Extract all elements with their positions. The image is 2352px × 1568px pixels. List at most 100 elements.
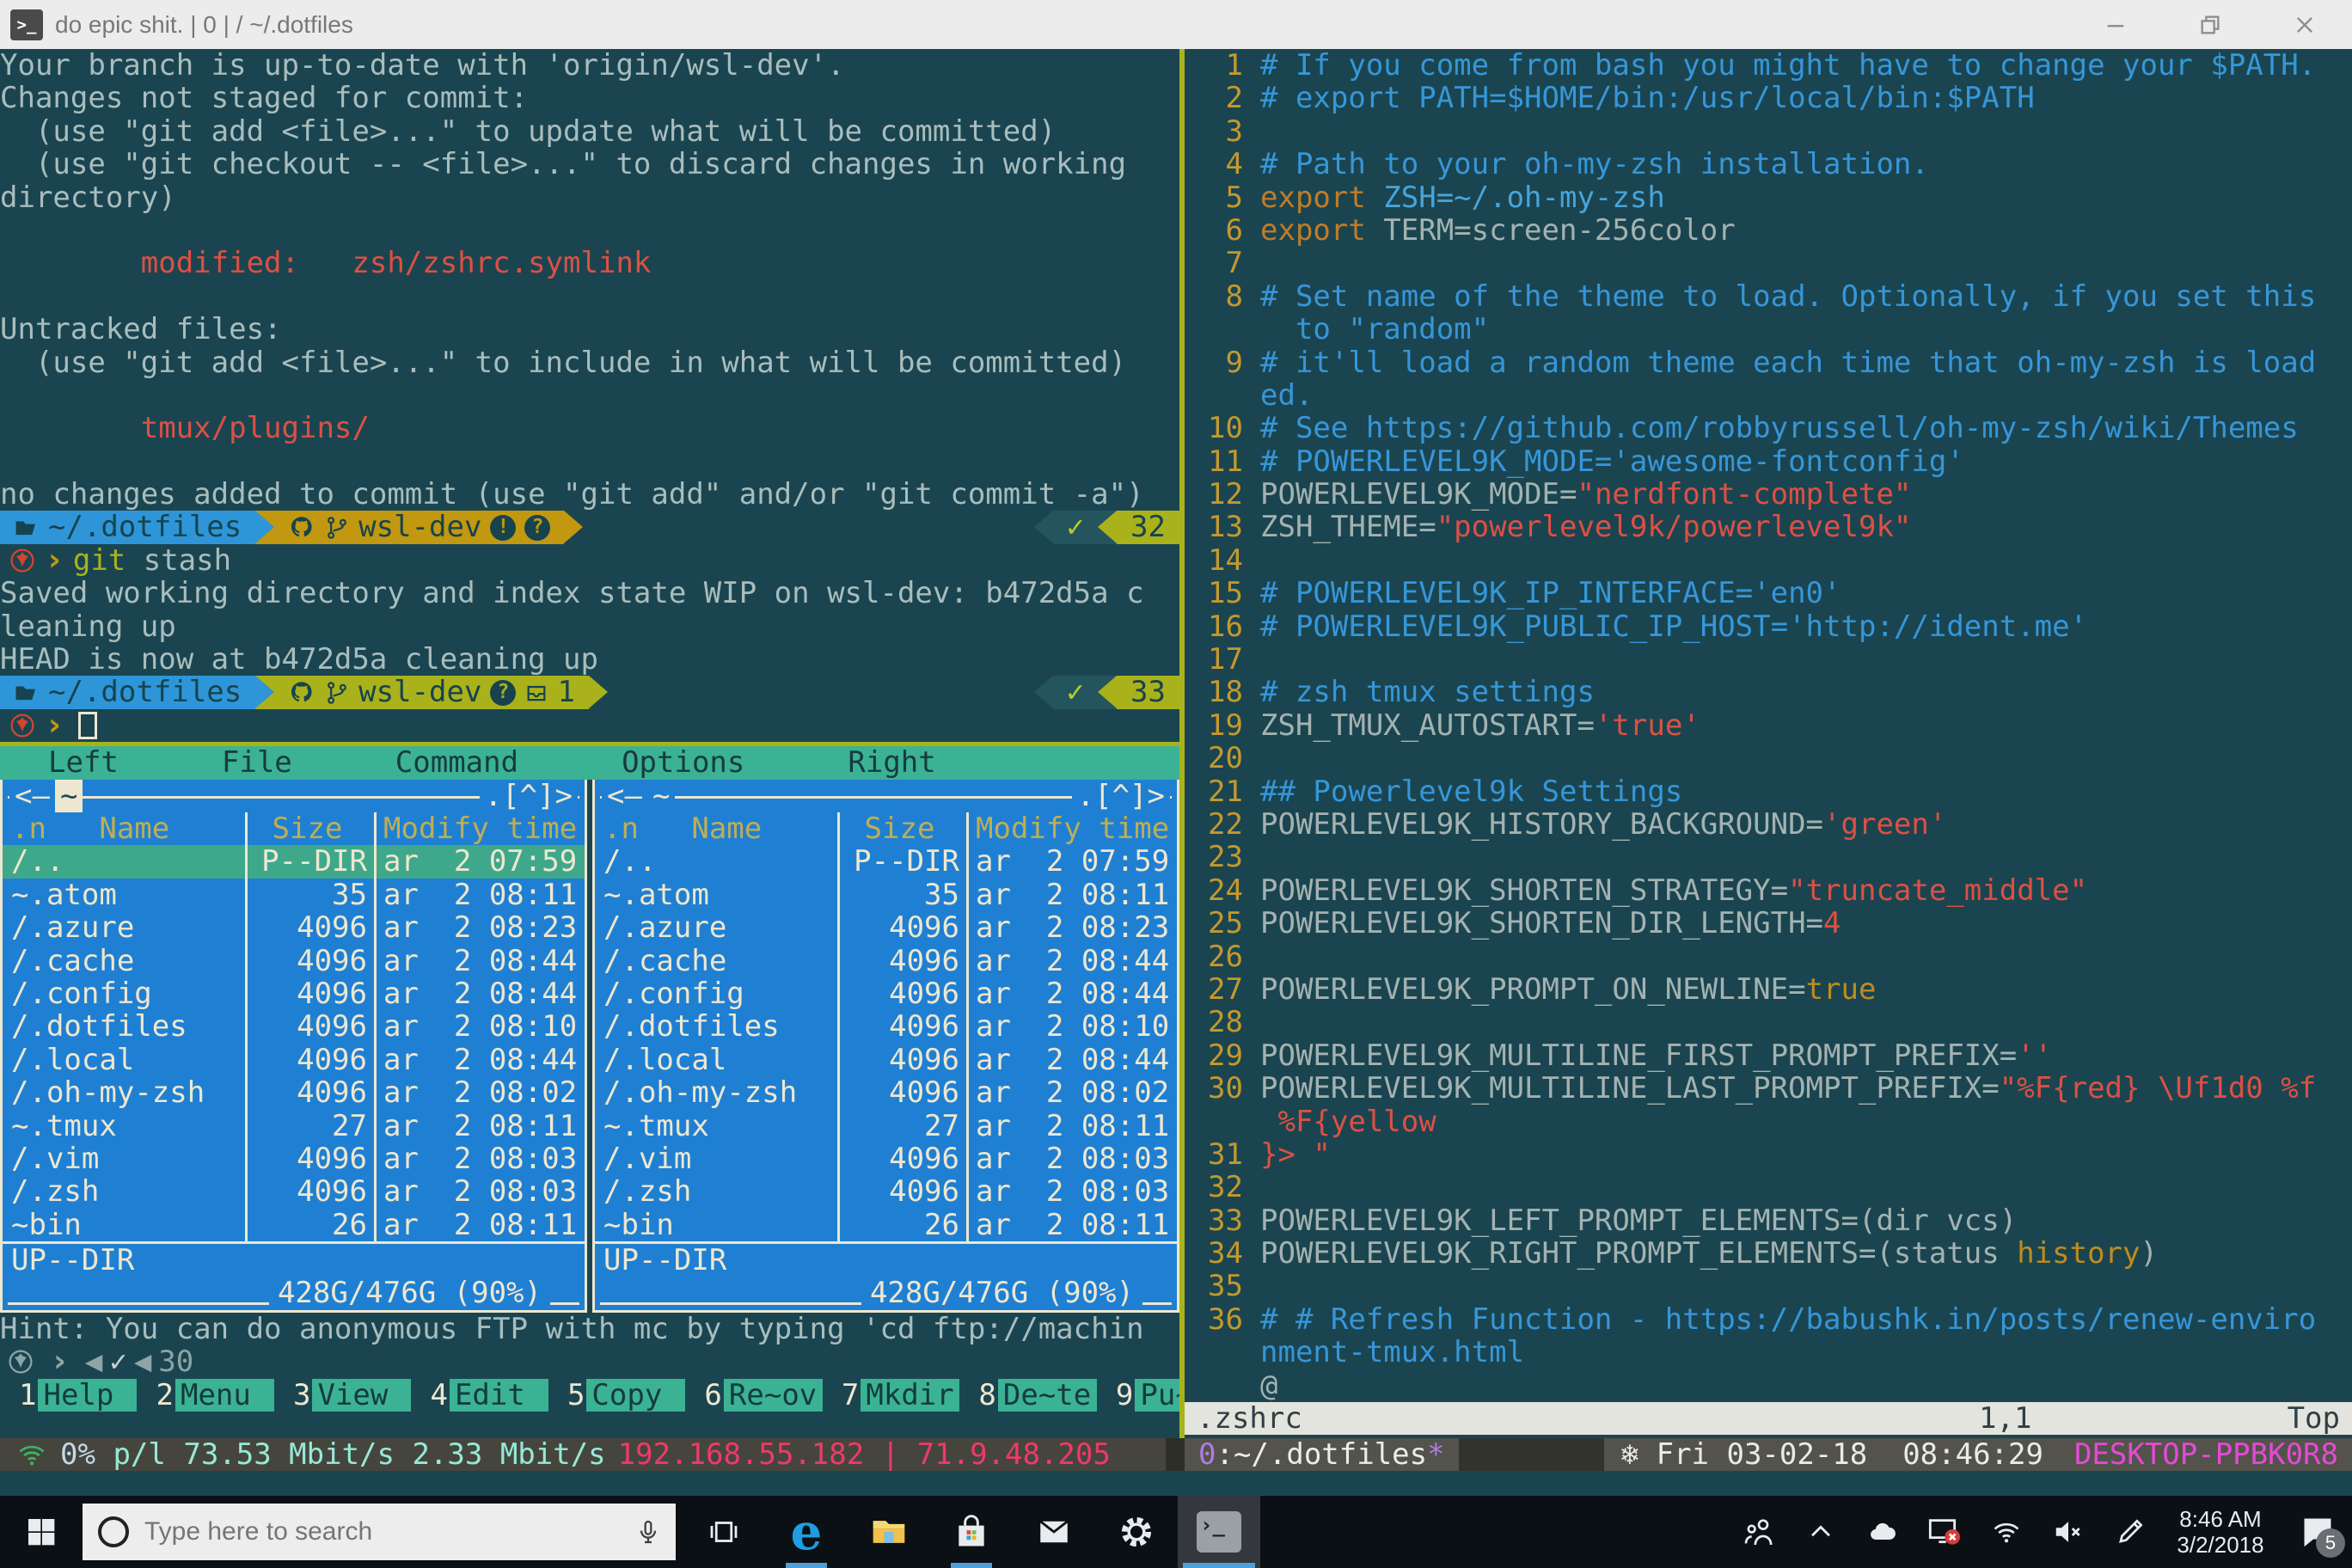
mc-column-headers[interactable]: .n Name Size Modify time [595, 812, 1177, 846]
vim-line-text: ZSH_TMUX_AUTOSTART='true' [1260, 708, 1700, 743]
mc-file-row[interactable]: /.config 4096 ar 2 08:44 [3, 977, 585, 1011]
mc-file-row[interactable]: /.azure 4096 ar 2 08:23 [3, 911, 585, 945]
store-button[interactable] [930, 1496, 1013, 1568]
mc-file-row[interactable]: /.. P--DIR ar 2 07:59 [595, 845, 1177, 879]
tmux-window-tab[interactable]: 0:~/.dotfiles * [1185, 1438, 1459, 1471]
panel-scroll-left-icon[interactable]: <— [602, 779, 647, 812]
upload-rate: 2.33 Mbit/s [412, 1437, 606, 1472]
vim-buffer: 1 # If you come from bash you might have … [1185, 49, 2352, 1402]
tray-overflow-button[interactable] [1793, 1496, 1848, 1568]
fkey-label: Edit [449, 1378, 548, 1412]
onedrive-tray-button[interactable] [1855, 1496, 1910, 1568]
volume-tray-button[interactable] [2041, 1496, 2096, 1568]
mc-file-row[interactable]: /.zsh 4096 ar 2 08:03 [595, 1175, 1177, 1209]
mc-file-row[interactable]: ~bin 26 ar 2 08:11 [595, 1208, 1177, 1241]
mc-file-row[interactable]: ~.tmux 27 ar 2 08:11 [595, 1109, 1177, 1142]
system-tray: 8:46 AM 3/2/2018 5 [1731, 1496, 2352, 1568]
display-error-tray-button[interactable] [1917, 1496, 1972, 1568]
mc-file-row[interactable]: ~bin 26 ar 2 08:11 [3, 1208, 585, 1241]
mc-file-row[interactable]: /.dotfiles 4096 ar 2 08:10 [3, 1010, 585, 1044]
mc-fkey-mkdir[interactable]: 7 Mkdir [823, 1378, 960, 1412]
vim-line: 16 # POWERLEVEL9K_PUBLIC_IP_HOST='http://… [1185, 610, 2352, 643]
git-stash-output: Saved working directory and index state … [0, 577, 1179, 676]
mc-file-row[interactable]: ~.atom 35 ar 2 08:11 [3, 878, 585, 911]
mc-file-row[interactable]: /.cache 4096 ar 2 08:44 [595, 944, 1177, 977]
mc-fkey-help[interactable]: 1 Help [0, 1378, 138, 1412]
action-center-button[interactable]: 5 [2283, 1496, 2352, 1568]
vim-line-number: 9 [1225, 346, 1243, 379]
mc-file-row[interactable]: /.config 4096 ar 2 08:44 [595, 977, 1177, 1011]
cursor-line[interactable]: › [0, 709, 1179, 742]
mail-button[interactable] [1013, 1496, 1095, 1568]
mc-ministatus: UP--DIR [11, 1243, 135, 1278]
close-button[interactable] [2257, 0, 2352, 49]
mc-left-panel[interactable]: <— ~ .[^]> .n Name Size Modify time/.. P--DIR a… [0, 779, 587, 1313]
mc-file-row[interactable]: /.dotfiles 4096 ar 2 08:10 [595, 1010, 1177, 1044]
git-untracked-icon: ? [490, 679, 517, 706]
mc-column-headers[interactable]: .n Name Size Modify time [3, 812, 585, 846]
mc-fkey-view[interactable]: 3 View [274, 1378, 412, 1412]
mc-file-row[interactable]: /.oh-my-zsh 4096 ar 2 08:02 [3, 1076, 585, 1110]
mc-file-row[interactable]: /.vim 4096 ar 2 08:03 [595, 1142, 1177, 1175]
panel-path: ~ [54, 779, 83, 812]
settings-button[interactable] [1095, 1496, 1178, 1568]
vim-line-number: 20 [1208, 742, 1243, 775]
mc-subshell-prompt[interactable]: › ◀ ✓ ◀ 30 [0, 1344, 1179, 1379]
volume-muted-icon [2050, 1516, 2086, 1548]
mc-fkey-pu~dn[interactable]: 9Pu~Dn [1097, 1378, 1179, 1412]
mc-file-row[interactable]: /.vim 4096 ar 2 08:03 [3, 1142, 585, 1175]
task-view-button[interactable] [683, 1496, 765, 1568]
mc-file-row[interactable]: ~.tmux 27 ar 2 08:11 [3, 1109, 585, 1142]
minimize-button[interactable] [2068, 0, 2163, 49]
vim-line-text: # export PATH=$HOME/bin:/usr/local/bin:$… [1260, 82, 2035, 115]
taskbar-search[interactable] [83, 1504, 676, 1560]
start-button[interactable] [0, 1496, 83, 1568]
fkey-number: 2 [156, 1377, 174, 1412]
mc-menu-right[interactable]: Right [848, 746, 935, 780]
search-input[interactable] [144, 1517, 634, 1547]
mc-menu-command[interactable]: Command [395, 746, 518, 780]
tmux-gap [1458, 1438, 1604, 1472]
mc-file-row[interactable]: /.cache 4096 ar 2 08:44 [3, 944, 585, 977]
mc-fkey-de~te[interactable]: 8 De~te [959, 1377, 1097, 1412]
mc-file-row[interactable]: /.zsh 4096 ar 2 08:03 [3, 1175, 585, 1209]
vim-line: 5 export ZSH=~/.oh-my-zsh [1185, 181, 2352, 214]
mc-file-row[interactable]: /.local 4096 ar 2 08:44 [595, 1043, 1177, 1076]
mc-file-row[interactable]: /.azure 4096 ar 2 08:23 [595, 911, 1177, 945]
mc-fkey-edit[interactable]: 4 Edit [411, 1378, 548, 1412]
mc-file-row[interactable]: /.oh-my-zsh 4096 ar 2 08:02 [595, 1076, 1177, 1110]
tmux-clock-segment: ❄ Fri 03-02-18 08:46:29 [1603, 1438, 2061, 1471]
network-tray-button[interactable] [1979, 1496, 2034, 1568]
mc-file-row[interactable]: /.local 4096 ar 2 08:44 [3, 1043, 585, 1076]
terminal-taskbar-button[interactable]: ›_ [1178, 1496, 1260, 1568]
mc-fkey-copy[interactable]: 5 Copy [548, 1378, 686, 1412]
mc-menu-left[interactable]: Left [48, 746, 119, 780]
tmux-right-pane-vim[interactable]: 1 # If you come from bash you might have … [1185, 49, 2352, 1438]
restore-button[interactable] [2163, 0, 2257, 49]
file-explorer-button[interactable] [848, 1496, 930, 1568]
vim-line-text: # If you come from bash you might have t… [1260, 49, 2317, 83]
mc-menu-file[interactable]: File [222, 746, 292, 780]
vim-line: 34 POWERLEVEL9K_RIGHT_PROMPT_ELEMENTS=(st… [1185, 1237, 2352, 1270]
mc-menu-options[interactable]: Options [622, 746, 744, 780]
pen-tray-button[interactable] [2103, 1496, 2158, 1568]
mc-file-row[interactable]: /.. P--DIR ar 2 07:59 [3, 845, 585, 879]
edge-button[interactable]: e [765, 1496, 848, 1568]
mc-right-panel[interactable]: <— ~ .[^]> .n Name Size Modify time/.. P--DIR a… [592, 779, 1179, 1313]
taskbar-clock[interactable]: 8:46 AM 3/2/2018 [2165, 1506, 2276, 1558]
people-tray-button[interactable] [1731, 1496, 1786, 1568]
tmux-left-pane[interactable]: Your branch is up-to-date with 'origin/w… [0, 49, 1185, 1438]
panel-scroll-left-icon[interactable]: <— [9, 779, 55, 812]
panel-scroll-right-icon[interactable]: .[^]> [479, 779, 578, 812]
fkey-number: 8 [978, 1377, 996, 1412]
vim-line-text: nment-tmux.html [1260, 1336, 1525, 1369]
panel-scroll-right-icon[interactable]: .[^]> [1071, 779, 1170, 812]
mc-file-row[interactable]: ~.atom 35 ar 2 08:11 [595, 878, 1177, 911]
mc-fkey-re~ov[interactable]: 6 Re~ov [685, 1378, 823, 1412]
file-explorer-icon [868, 1513, 910, 1551]
vim-line-text: POWERLEVEL9K_LEFT_PROMPT_ELEMENTS=(dir v… [1260, 1204, 2018, 1238]
mc-fkey-menu[interactable]: 2 Menu [137, 1377, 274, 1412]
vim-line-text: # it'll load a random theme each time th… [1260, 346, 2317, 379]
